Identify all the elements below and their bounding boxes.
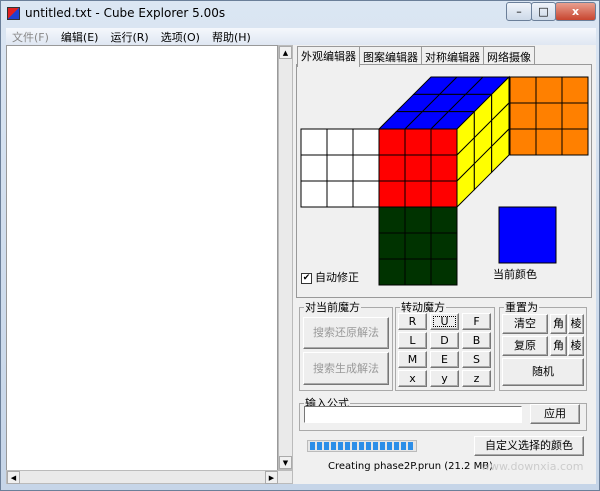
front-facelet[interactable] xyxy=(378,180,406,208)
left-facelet[interactable] xyxy=(326,128,354,156)
turn-M-button[interactable]: M xyxy=(398,351,427,368)
progress-segment xyxy=(387,442,392,450)
left-facelet[interactable] xyxy=(300,180,328,208)
progress-segment xyxy=(310,442,315,450)
auto-correct-label: 自动修正 xyxy=(315,271,359,284)
front-facelet[interactable] xyxy=(430,154,458,182)
down-facelet[interactable] xyxy=(430,206,458,234)
search-generate-button[interactable]: 搜索生成解法 xyxy=(303,352,389,385)
reset-group-title: 重置为 xyxy=(505,301,538,314)
left-facelet[interactable] xyxy=(300,128,328,156)
down-facelet[interactable] xyxy=(378,258,406,286)
back-facelet[interactable] xyxy=(561,102,589,130)
down-facelet[interactable] xyxy=(430,232,458,260)
left-facelet[interactable] xyxy=(326,154,354,182)
down-facelet[interactable] xyxy=(404,206,432,234)
scroll-down-icon[interactable]: ▼ xyxy=(279,456,292,469)
turn-y-button[interactable]: y xyxy=(430,370,459,387)
back-facelet[interactable] xyxy=(509,128,537,156)
front-facelet[interactable] xyxy=(378,128,406,156)
front-facelet[interactable] xyxy=(430,180,458,208)
progress-segment xyxy=(352,442,357,450)
front-facelet[interactable] xyxy=(404,154,432,182)
back-facelet[interactable] xyxy=(561,76,589,104)
clear-edge-button[interactable]: 棱 xyxy=(568,314,584,334)
app-window: untitled.txt - Cube Explorer 5.00s – □ x… xyxy=(0,0,600,491)
restore-button[interactable]: 复原 xyxy=(502,336,548,356)
down-facelet[interactable] xyxy=(404,232,432,260)
turn-x-button[interactable]: x xyxy=(398,370,427,387)
scroll-left-icon[interactable]: ◀ xyxy=(7,471,20,484)
clear-corner-button[interactable]: 角 xyxy=(550,314,567,334)
checkbox-check-icon: ✔ xyxy=(301,272,312,284)
random-button[interactable]: 随机 xyxy=(502,358,584,386)
back-facelet[interactable] xyxy=(535,102,563,130)
front-facelet[interactable] xyxy=(404,180,432,208)
horizontal-scrollbar[interactable]: ◀ ▶ xyxy=(6,470,293,484)
current-color-label: 当前颜色 xyxy=(493,268,537,281)
left-facelet[interactable] xyxy=(300,154,328,182)
progress-segment xyxy=(366,442,371,450)
scroll-right-icon[interactable]: ▶ xyxy=(265,471,278,484)
tab-appearance-editor[interactable]: 外观编辑器 xyxy=(297,46,360,67)
turn-E-button[interactable]: E xyxy=(430,351,459,368)
progress-segment xyxy=(317,442,322,450)
progress-segment xyxy=(359,442,364,450)
down-facelet[interactable] xyxy=(378,206,406,234)
search-solve-button[interactable]: 搜索还原解法 xyxy=(303,317,389,349)
custom-color-button[interactable]: 自定义选择的颜色 xyxy=(474,436,584,456)
turn-D-button[interactable]: D xyxy=(430,332,459,349)
left-facelet[interactable] xyxy=(326,180,354,208)
progress-bar xyxy=(307,440,417,452)
left-facelet[interactable] xyxy=(352,154,380,182)
turn-z-button[interactable]: z xyxy=(462,370,491,387)
front-facelet[interactable] xyxy=(404,128,432,156)
progress-segment xyxy=(331,442,336,450)
current-color-swatch[interactable] xyxy=(498,206,557,264)
down-facelet[interactable] xyxy=(404,258,432,286)
down-facelet[interactable] xyxy=(430,258,458,286)
left-facelet[interactable] xyxy=(352,180,380,208)
turn-B-button[interactable]: B xyxy=(462,332,491,349)
progress-segment xyxy=(338,442,343,450)
progress-segment xyxy=(401,442,406,450)
progress-segment xyxy=(380,442,385,450)
back-facelet[interactable] xyxy=(509,76,537,104)
watermark: www.downxia.com xyxy=(481,460,584,473)
progress-segment xyxy=(345,442,350,450)
current-cube-group-title: 对当前魔方 xyxy=(305,301,360,314)
auto-correct-checkbox[interactable]: ✔ 自动修正 xyxy=(301,269,359,285)
turn-R-button[interactable]: R xyxy=(398,313,427,330)
front-facelet[interactable] xyxy=(378,154,406,182)
turn-S-button[interactable]: S xyxy=(462,351,491,368)
back-facelet[interactable] xyxy=(561,128,589,156)
progress-segment xyxy=(324,442,329,450)
progress-segment xyxy=(394,442,399,450)
formula-input[interactable] xyxy=(304,406,522,423)
status-text: Creating phase2P.prun (21.2 MB) xyxy=(328,461,493,472)
progress-segment xyxy=(408,442,413,450)
front-facelet[interactable] xyxy=(430,128,458,156)
back-facelet[interactable] xyxy=(535,76,563,104)
back-facelet[interactable] xyxy=(509,102,537,130)
restore-corner-button[interactable]: 角 xyxy=(550,336,567,356)
back-facelet[interactable] xyxy=(535,128,563,156)
turn-F-button[interactable]: F xyxy=(462,313,491,330)
down-facelet[interactable] xyxy=(378,232,406,260)
turn-U-button[interactable]: U xyxy=(430,313,459,330)
restore-edge-button[interactable]: 棱 xyxy=(568,336,584,356)
turn-L-button[interactable]: L xyxy=(398,332,427,349)
progress-segment xyxy=(373,442,378,450)
apply-button[interactable]: 应用 xyxy=(530,404,580,424)
clear-button[interactable]: 清空 xyxy=(502,314,548,334)
left-facelet[interactable] xyxy=(352,128,380,156)
